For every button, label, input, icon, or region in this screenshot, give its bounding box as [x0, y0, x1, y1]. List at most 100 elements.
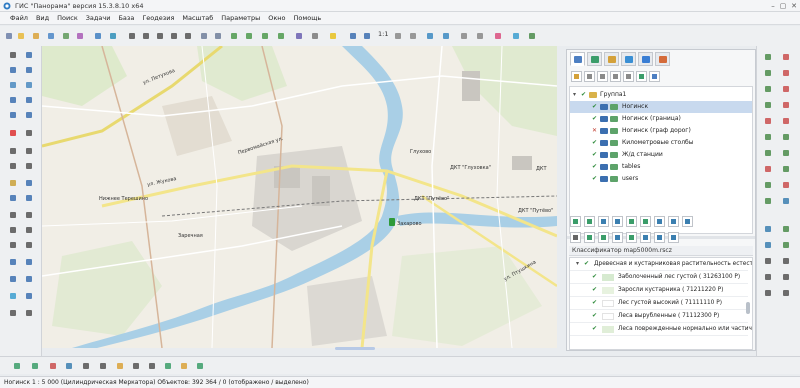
classifier-item[interactable]: ▾ ✔ Древесная и кустарниковая растительн…: [570, 258, 752, 271]
rotate-object-icon[interactable]: [276, 31, 286, 41]
palette-icon[interactable]: [493, 31, 503, 41]
add-layer-button[interactable]: [571, 71, 582, 82]
menu-scale[interactable]: Масштаб: [182, 14, 213, 22]
menu-geodesy[interactable]: Геодезия: [142, 14, 174, 22]
square-icon[interactable]: [24, 274, 34, 284]
layer-down-button[interactable]: [623, 71, 634, 82]
menu-view[interactable]: Вид: [36, 14, 49, 22]
classifier-tool-3[interactable]: [598, 216, 609, 227]
map-horizontal-scrollbar[interactable]: [335, 347, 375, 350]
rt-tool-10[interactable]: [781, 116, 791, 126]
rt-tool-5[interactable]: [763, 84, 773, 94]
rt-tool-22[interactable]: [781, 224, 791, 234]
select-icon[interactable]: [199, 31, 209, 41]
zoom-out-icon[interactable]: [362, 31, 372, 41]
remove-layer-button[interactable]: [584, 71, 595, 82]
bt-tool-10[interactable]: [163, 361, 173, 371]
zoom-fit-icon[interactable]: [393, 31, 403, 41]
tab-web[interactable]: [638, 52, 653, 66]
print-icon[interactable]: [75, 31, 85, 41]
layer-checkbox[interactable]: ✔: [592, 176, 598, 182]
rt-tool-13[interactable]: [763, 148, 773, 158]
expand-arrow-icon[interactable]: ▾: [573, 92, 579, 98]
bt-tool-12[interactable]: [195, 361, 205, 371]
minimize-button[interactable]: –: [768, 0, 778, 12]
classifier-tool-7[interactable]: [654, 216, 665, 227]
tab-tools[interactable]: [655, 52, 670, 66]
layer-group[interactable]: ▾ ✔ Группа1: [570, 89, 752, 101]
rt-tool-30[interactable]: [781, 288, 791, 298]
draw-area-icon[interactable]: [24, 65, 34, 75]
pointer-icon[interactable]: [8, 50, 18, 60]
undo-icon[interactable]: [24, 128, 34, 138]
rt-tool-12[interactable]: [781, 132, 791, 142]
triangle-icon[interactable]: [8, 257, 18, 267]
rt-tool-20[interactable]: [781, 196, 791, 206]
select-list-icon[interactable]: [213, 31, 223, 41]
text-curve-icon[interactable]: [8, 240, 18, 250]
map-legend-icon[interactable]: [425, 31, 435, 41]
layer-checkbox[interactable]: ✕: [592, 128, 598, 134]
measure-area-icon[interactable]: [24, 146, 34, 156]
layers-icon[interactable]: [61, 31, 71, 41]
rt-tool-4[interactable]: [781, 68, 791, 78]
rt-tool-19[interactable]: [763, 196, 773, 206]
find-next-icon[interactable]: [155, 31, 165, 41]
layer-row[interactable]: ✔ Километровые столбы: [570, 137, 752, 149]
scale-icon[interactable]: [8, 308, 18, 318]
open-map-icon[interactable]: [16, 31, 26, 41]
rt-tool-16[interactable]: [781, 164, 791, 174]
menu-help[interactable]: Помощь: [294, 14, 322, 22]
grid-icon[interactable]: [459, 31, 469, 41]
rt-tool-29[interactable]: [763, 288, 773, 298]
bt-tool-11[interactable]: [179, 361, 189, 371]
rt-tool-2[interactable]: [781, 52, 791, 62]
layer-row[interactable]: ✔ users: [570, 173, 752, 185]
tab-3d[interactable]: [621, 52, 636, 66]
expand-arrow-icon[interactable]: ▾: [576, 261, 582, 267]
bt-tool-4[interactable]: [64, 361, 74, 371]
rt-tool-23[interactable]: [763, 240, 773, 250]
bt-tool-6[interactable]: [98, 361, 108, 371]
text-align-icon[interactable]: [24, 210, 34, 220]
bt-tool-2[interactable]: [30, 361, 40, 371]
layer-checkbox[interactable]: ✔: [592, 140, 598, 146]
layer-checkbox[interactable]: ✔: [592, 152, 598, 158]
measure-icon[interactable]: [8, 146, 18, 156]
menu-parameters[interactable]: Параметры: [221, 14, 260, 22]
station-marker-icon[interactable]: [389, 218, 395, 226]
rectangle-icon[interactable]: [24, 193, 34, 203]
map-view[interactable]: ул. Петухова Первомайская ул. ул. Жукова…: [42, 46, 557, 348]
delete-object-icon[interactable]: [8, 128, 18, 138]
classifier-item[interactable]: ✔ Заболоченный лес густой ( 31263100 P): [570, 271, 748, 284]
bt-tool-7[interactable]: [115, 361, 125, 371]
snap-icon[interactable]: [24, 308, 34, 318]
classifier-view-3[interactable]: [598, 232, 609, 243]
classifier-view-1[interactable]: [570, 232, 581, 243]
workspace-icon[interactable]: [108, 31, 118, 41]
web-icon[interactable]: [511, 31, 521, 41]
buffer-icon[interactable]: [24, 161, 34, 171]
join-line-icon[interactable]: [24, 95, 34, 105]
classifier-checkbox[interactable]: ✔: [592, 287, 598, 293]
copy-object-icon[interactable]: [310, 31, 320, 41]
rt-tool-9[interactable]: [763, 116, 773, 126]
classifier-checkbox[interactable]: ✔: [592, 274, 598, 280]
layer-row[interactable]: ✔ Ногинск: [570, 101, 752, 113]
rt-tool-27[interactable]: [763, 272, 773, 282]
lightning-icon[interactable]: [328, 31, 338, 41]
draw-line-icon[interactable]: [24, 50, 34, 60]
classifier-checkbox[interactable]: ✔: [592, 300, 598, 306]
map-list-icon[interactable]: [93, 31, 103, 41]
find-object-icon[interactable]: [141, 31, 151, 41]
layer-visibility-button[interactable]: [636, 71, 647, 82]
tab-map-layers[interactable]: [570, 52, 585, 66]
add-vertex-icon[interactable]: [24, 80, 34, 90]
offset-icon[interactable]: [8, 161, 18, 171]
classifier-checkbox[interactable]: ✔: [592, 326, 598, 332]
rt-tool-1[interactable]: [763, 52, 773, 62]
group-checkbox[interactable]: ✔: [581, 92, 587, 98]
properties-icon[interactable]: [441, 31, 451, 41]
arc-icon[interactable]: [24, 178, 34, 188]
rt-tool-6[interactable]: [781, 84, 791, 94]
